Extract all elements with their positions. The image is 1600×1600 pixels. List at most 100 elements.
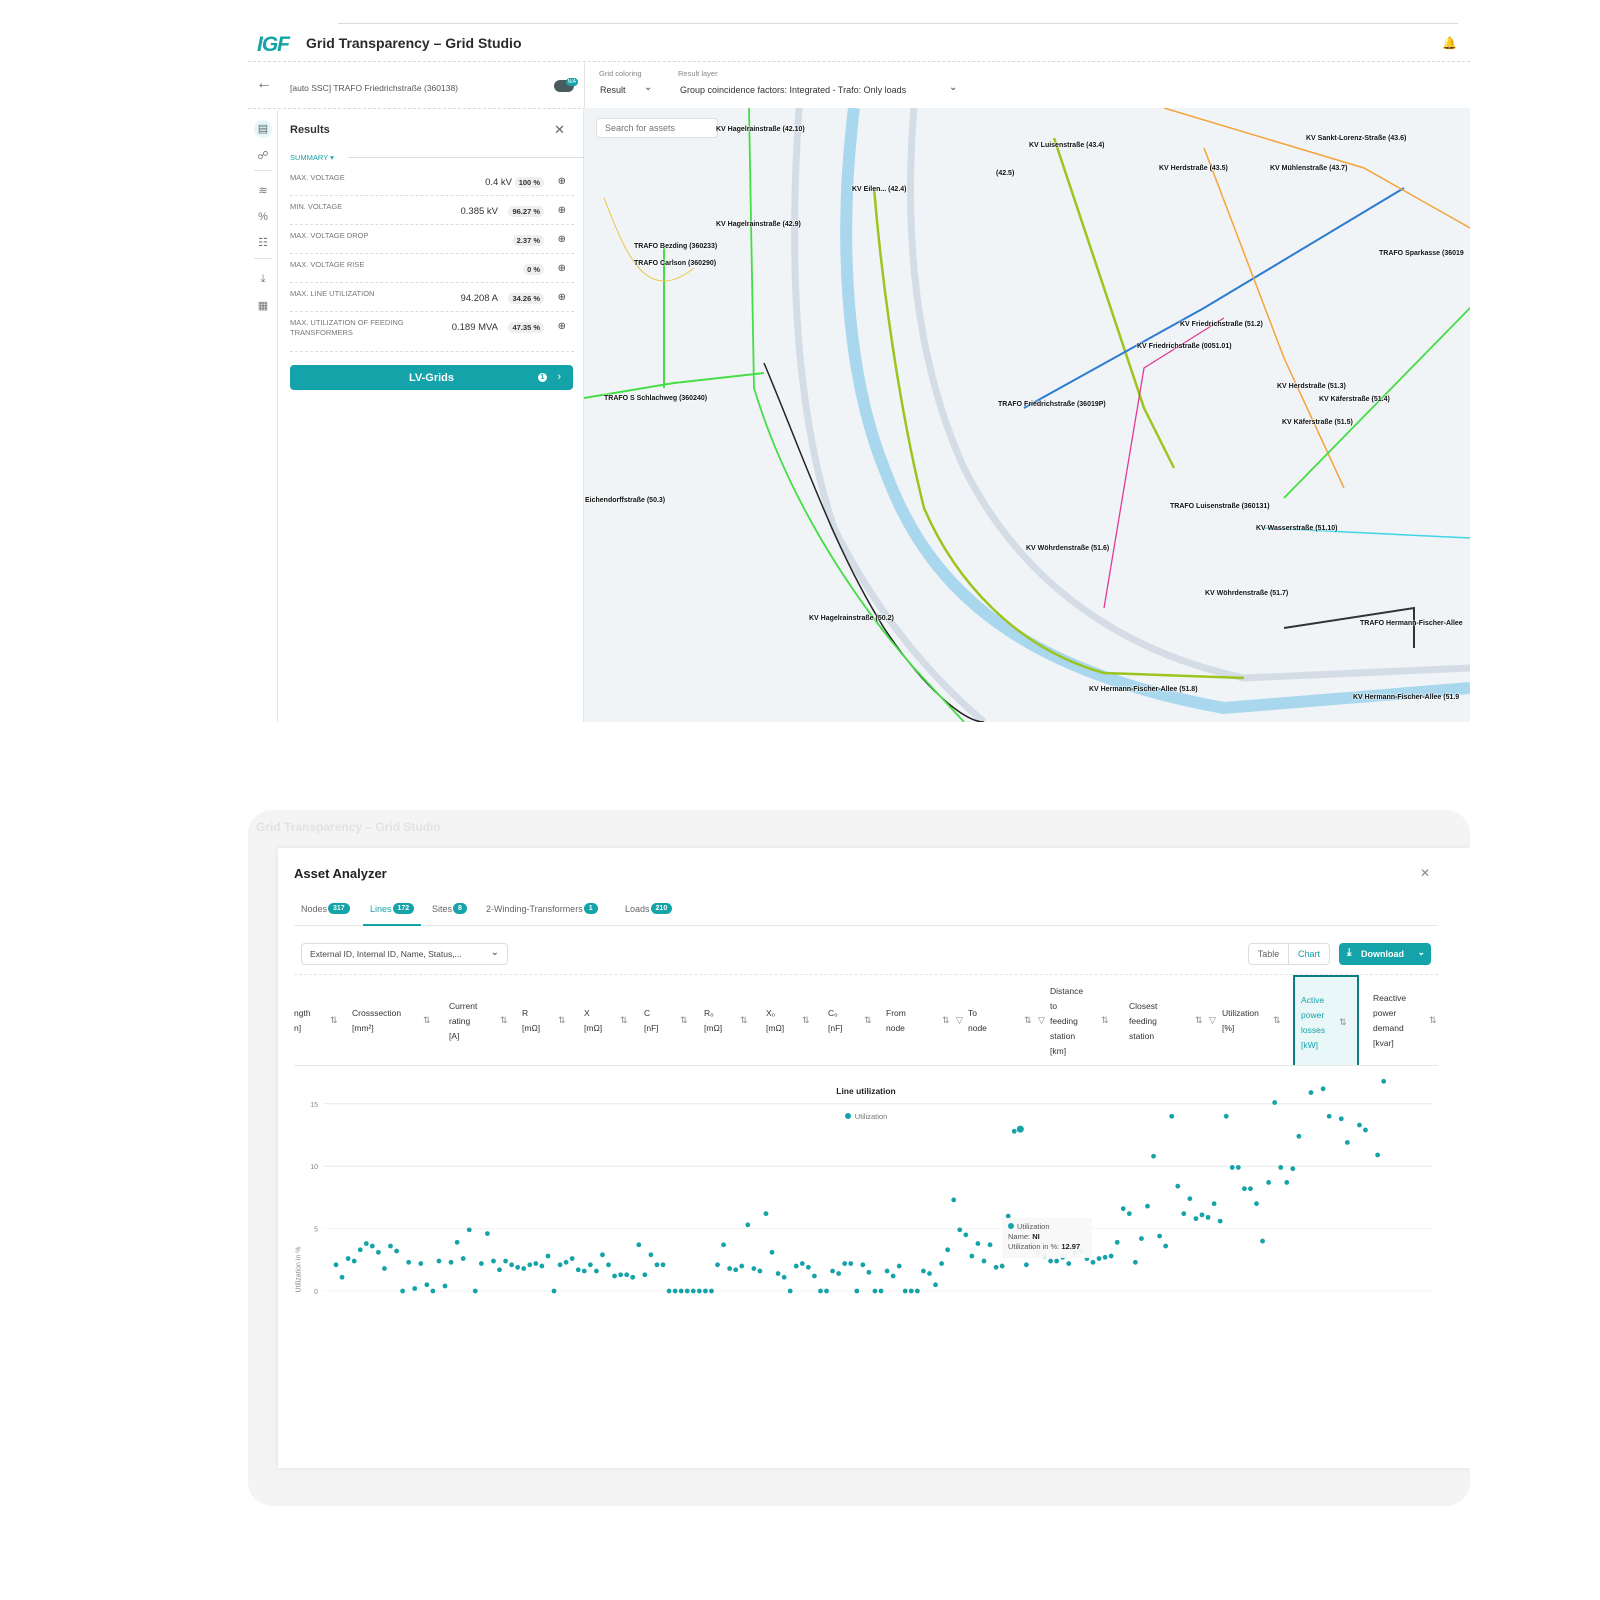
data-point[interactable] <box>757 1268 763 1274</box>
data-point[interactable] <box>890 1273 896 1279</box>
map-label[interactable]: TRAFO S Schlachweg (360240) <box>604 395 707 402</box>
data-point[interactable] <box>696 1288 702 1294</box>
data-point[interactable] <box>339 1274 345 1280</box>
column-header[interactable]: X [mΩ] ⇅ <box>584 975 648 1065</box>
map-label[interactable]: TRAFO Carlson (360290) <box>634 260 716 267</box>
data-point[interactable] <box>684 1288 690 1294</box>
column-header[interactable]: C [nF] ⇅ <box>644 975 708 1065</box>
data-point[interactable] <box>1108 1253 1114 1259</box>
data-point[interactable] <box>1157 1233 1162 1239</box>
data-point[interactable] <box>569 1256 575 1261</box>
data-point[interactable] <box>709 1288 714 1294</box>
chart-view-button[interactable]: Chart <box>1289 944 1329 964</box>
data-point[interactable] <box>908 1288 914 1294</box>
map-label[interactable]: TRAFO Hermann-Fischer-Allee <box>1360 620 1463 627</box>
data-point[interactable] <box>1102 1254 1108 1260</box>
locate-target-icon[interactable]: ⊕ <box>558 205 566 216</box>
lv-grids-button[interactable]: LV-Grids 1 › <box>290 365 573 390</box>
filter-icon[interactable]: ▽ <box>1038 1013 1045 1028</box>
data-point[interactable] <box>1248 1186 1253 1192</box>
column-header[interactable]: Reactive power demand [kvar] ⇅ <box>1373 975 1438 1065</box>
data-point[interactable] <box>521 1266 527 1271</box>
map-label[interactable]: KV Hermann-Fischer-Allee (51.8) <box>1089 686 1198 693</box>
map-canvas[interactable] <box>584 108 1470 722</box>
data-point[interactable] <box>424 1282 430 1288</box>
locate-target-icon[interactable]: ⊕ <box>558 263 566 274</box>
column-header[interactable]: ngth n] ⇅ <box>294 975 358 1065</box>
map-label[interactable]: KV Friedrichstraße (0051.01) <box>1137 343 1232 350</box>
data-point[interactable] <box>636 1242 642 1248</box>
data-point[interactable] <box>745 1222 751 1228</box>
data-point[interactable] <box>739 1263 745 1269</box>
data-point[interactable] <box>1181 1211 1187 1217</box>
data-point[interactable] <box>914 1288 920 1294</box>
data-point[interactable] <box>799 1261 805 1266</box>
data-point[interactable] <box>666 1288 672 1294</box>
data-point[interactable] <box>1175 1183 1181 1189</box>
sort-icon[interactable]: ⇅ <box>1024 1013 1032 1028</box>
data-point[interactable] <box>1090 1259 1096 1265</box>
data-point[interactable] <box>830 1268 835 1274</box>
data-point[interactable] <box>1145 1203 1150 1209</box>
tab-nodes[interactable]: Nodes 317 <box>301 902 350 926</box>
sort-icon[interactable]: ⇅ <box>423 1013 431 1028</box>
column-select-dropdown[interactable]: External ID, Internal ID, Name, Status,.… <box>301 943 508 965</box>
map-label[interactable]: KV Hermann-Fischer-Allee (51.9 <box>1353 694 1459 701</box>
data-point[interactable] <box>557 1262 563 1268</box>
data-point[interactable] <box>805 1264 811 1270</box>
column-header[interactable]: Crosssection [mm²] ⇅ <box>352 975 451 1065</box>
data-point[interactable] <box>345 1256 351 1261</box>
back-arrow-icon[interactable]: ← <box>256 75 272 93</box>
result-layer-dropdown[interactable]: Group coincidence factors: Integrated - … <box>680 85 906 95</box>
data-point[interactable] <box>1011 1128 1017 1134</box>
data-point[interactable] <box>1120 1206 1126 1212</box>
data-point[interactable] <box>703 1288 708 1294</box>
data-point[interactable] <box>412 1286 418 1291</box>
download-button[interactable]: ⤓ Download ⌄ <box>1339 943 1431 965</box>
data-point[interactable] <box>436 1258 442 1264</box>
data-point[interactable] <box>606 1262 611 1268</box>
sort-icon[interactable]: ⇅ <box>500 1013 508 1028</box>
data-point[interactable] <box>478 1261 484 1266</box>
data-point[interactable] <box>690 1288 696 1294</box>
data-point[interactable] <box>527 1262 533 1268</box>
data-point[interactable] <box>781 1274 787 1280</box>
sort-icon[interactable]: ⇅ <box>802 1013 810 1028</box>
data-point[interactable] <box>545 1253 551 1259</box>
data-point[interactable] <box>369 1243 375 1249</box>
data-point[interactable] <box>957 1227 963 1233</box>
line-chart-icon[interactable]: ≋ <box>254 182 272 200</box>
tab-2-winding-transformers[interactable]: 2-Winding-Transformers 1 <box>486 902 598 926</box>
sort-icon[interactable]: ⇅ <box>864 1013 872 1028</box>
map-label[interactable]: TRAFO Friedrichstraße (36019P) <box>998 401 1106 408</box>
map-label[interactable]: (42.5) <box>996 170 1014 177</box>
data-point[interactable] <box>1357 1122 1362 1128</box>
data-point[interactable] <box>363 1241 369 1246</box>
map-label[interactable]: KV Friedrichstraße (51.2) <box>1180 321 1263 328</box>
data-point[interactable] <box>999 1263 1005 1269</box>
sort-icon[interactable]: ⇅ <box>1101 1013 1109 1028</box>
data-point[interactable] <box>1139 1236 1144 1241</box>
data-point[interactable] <box>648 1252 654 1258</box>
close-icon[interactable]: ✕ <box>554 122 565 138</box>
map-label[interactable]: KV Eilen... (42.4) <box>852 186 906 193</box>
data-point[interactable] <box>600 1252 605 1258</box>
column-header[interactable]: Distance to feeding station [km] ⇅ <box>1050 975 1129 1065</box>
data-point[interactable] <box>848 1261 854 1266</box>
asset-search-input[interactable] <box>596 118 718 138</box>
map-label[interactable]: KV Sankt-Lorenz-Straße (43.6) <box>1306 135 1406 142</box>
data-point[interactable] <box>727 1266 733 1271</box>
map-label[interactable]: KV Käferstraße (51.4) <box>1319 396 1390 403</box>
data-point[interactable] <box>563 1259 569 1265</box>
data-point[interactable] <box>1381 1078 1387 1084</box>
data-point[interactable] <box>860 1262 866 1268</box>
calculator-icon[interactable]: ▦ <box>254 297 272 315</box>
column-header[interactable]: Current rating [A] ⇅ <box>449 975 528 1065</box>
data-point[interactable] <box>945 1247 951 1253</box>
map-label[interactable]: KV Wasserstraße (51.10) <box>1256 525 1337 532</box>
data-point[interactable] <box>418 1261 424 1266</box>
data-point[interactable] <box>1217 1218 1223 1224</box>
sort-icon[interactable]: ⇅ <box>1339 1015 1347 1030</box>
data-point[interactable] <box>612 1273 617 1279</box>
data-point[interactable] <box>660 1262 666 1268</box>
